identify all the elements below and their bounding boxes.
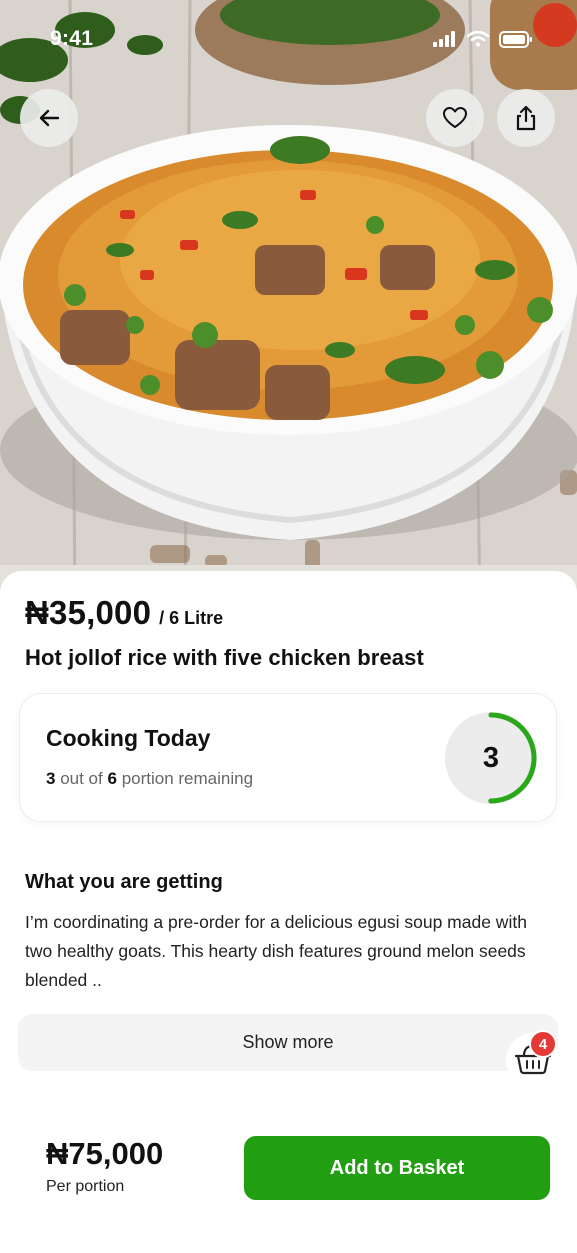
arrow-left-icon <box>39 109 60 127</box>
share-icon <box>516 105 536 131</box>
price-line: ₦35,000 / 6 Litre <box>25 594 223 632</box>
cooking-card: Cooking Today 3 out of 6 portion remaini… <box>19 693 557 822</box>
status-icons <box>433 30 533 48</box>
product-price: ₦35,000 <box>25 594 152 631</box>
ring-value: 3 <box>482 741 500 774</box>
total-count: 6 <box>107 769 117 788</box>
portion-price: ₦75,000 <box>46 1136 164 1171</box>
remaining-end-text: portion remaining <box>121 769 254 788</box>
wifi-icon <box>467 31 489 47</box>
share-button[interactable] <box>497 89 555 147</box>
heart-icon <box>443 107 467 128</box>
favorite-button[interactable] <box>426 89 484 147</box>
signal-icon <box>433 31 455 47</box>
cooking-title: Cooking Today <box>46 725 211 751</box>
product-unit: / 6 Litre <box>159 608 224 628</box>
remaining-count: 3 <box>46 769 56 788</box>
hero-image: 9:41 <box>0 0 577 600</box>
show-more-button[interactable]: Show more <box>18 1014 558 1071</box>
jollof-rice-photo <box>0 0 577 600</box>
back-button[interactable] <box>20 89 78 147</box>
product-sheet: ₦35,000 / 6 Litre Hot jollof rice with f… <box>0 571 577 1253</box>
details-body: I’m coordinating a pre-order for a delic… <box>25 912 527 990</box>
portion-remaining-text: 3 out of 6 portion remaining <box>46 769 253 789</box>
add-to-basket-button[interactable]: Add to Basket <box>244 1136 550 1200</box>
product-title: Hot jollof rice with five chicken breast <box>25 645 424 670</box>
status-time: 9:41 <box>50 27 94 50</box>
remaining-mid-text: out of <box>60 769 103 788</box>
basket-count-badge: 4 <box>529 1030 557 1058</box>
status-bar: 9:41 <box>0 0 577 78</box>
details-heading: What you are getting <box>25 871 223 893</box>
battery-icon <box>499 30 532 48</box>
portion-price-label: Per portion <box>46 1178 125 1195</box>
